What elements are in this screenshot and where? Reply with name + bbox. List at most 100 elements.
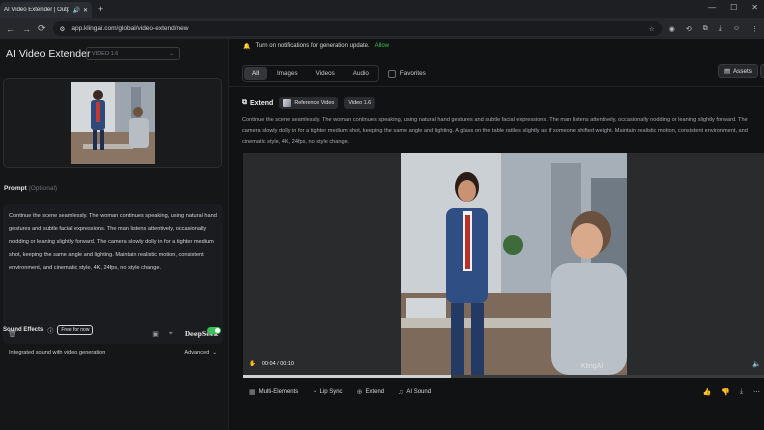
watermark: KlingAI [581,363,604,370]
extend-title: ⧉ Extend [242,99,273,107]
multi-elements-label: Multi-Elements [258,389,299,395]
ai-sound-button[interactable]: ♫ AI Sound [398,389,431,396]
thumbs-down-icon[interactable]: 👎 [721,388,730,396]
model-select[interactable]: VIDEO 1.6 ⌄ [86,47,180,60]
forward-icon[interactable]: → [22,24,31,34]
favorites-checkbox[interactable] [387,69,396,78]
extend-title-text: Extend [250,99,274,107]
address-bar: ← → ⟳ ⚙ app.klingai.com/global/video-ext… [0,18,764,39]
folder-icon: ▤ [724,67,730,75]
sound-effects-row: Sound Effects ⓘ Free for now [3,323,223,337]
advanced-button[interactable]: Advanced [184,350,209,356]
allow-notifications-link[interactable]: Allow [375,43,389,50]
chevron-down-icon: ⌄ [169,50,174,57]
ai-sound-icon: ♫ [398,388,404,396]
back-icon[interactable]: ← [6,24,15,34]
prompt-label-text: Prompt [4,185,27,192]
filter-images[interactable]: Images [269,67,306,80]
app-title: AI Video Extender [6,48,91,60]
reference-pill-label: Reference Video [294,100,335,106]
integrated-sound-row: Integrated sound with video generation A… [3,345,223,361]
prompt-label: Prompt (Optional) [4,185,57,192]
assets-label: Assets [732,67,752,75]
prompt-optional: (Optional) [28,185,58,192]
chevron-down-icon[interactable]: ⌄ [212,350,217,356]
favorites-filter[interactable]: Favorites [387,69,426,78]
sound-effects-label: Sound Effects [3,327,44,333]
multi-elements-icon: ▦ [249,389,256,396]
panel-toggle-button[interactable] [760,64,764,78]
browser-tabbar: AI Video Extender | Outpu 🔊 ✕ + — ☐ ✕ [0,0,764,18]
reference-thumbnail [71,82,155,164]
integrated-sound-label: Integrated sound with video generation [9,350,106,356]
lip-sync-label: Lip Sync [319,389,343,395]
extend-header: ⧉ Extend Reference Video Video 1.6 [242,97,376,109]
video-player[interactable]: ✋ 00:04 / 00:10 KlingAI 🔈 [243,153,764,375]
menu-icon[interactable]: ⋮ [751,25,758,33]
multi-elements-button[interactable]: ▦ Multi-Elements [249,388,298,396]
time-display: 00:04 / 00:10 [261,361,294,367]
favorites-label: Favorites [399,70,426,77]
sync-icon[interactable]: ⟲ [686,25,692,33]
download-icon[interactable]: ⤓ [740,388,743,396]
sound-effects-badge: Free for now [57,325,94,335]
play-icon[interactable]: ✋ [249,361,256,367]
thumbs-up-icon[interactable]: 👍 [702,388,711,396]
lip-sync-icon: ◔ [312,388,317,396]
video-scene [401,153,627,375]
playback-controls: ✋ 00:04 / 00:10 [249,361,294,367]
feedback-actions: 👍 👎 ⤓ ⋯ [702,388,764,396]
minimize-button[interactable]: — [708,3,716,12]
reference-video-card[interactable] [3,78,222,168]
right-panel: 🔔 Turn on notifications for generation u… [229,39,764,430]
video-progress-track[interactable] [243,375,764,378]
notification-bar: 🔔 Turn on notifications for generation u… [243,43,389,50]
extend-button[interactable]: ⊕ Extend [357,388,385,396]
more-icon[interactable]: ⋯ [753,388,760,396]
filter-audio[interactable]: Audio [345,67,377,80]
extension-icon[interactable]: ◉ [669,25,675,33]
thumbnail-scene [71,82,155,164]
site-info-icon[interactable]: ⚙ [60,25,66,33]
volume-icon[interactable]: 🔈 [752,360,761,368]
filter-videos[interactable]: Videos [308,67,343,80]
filter-all[interactable]: All [244,67,267,80]
lip-sync-button[interactable]: ◔ Lip Sync [312,389,342,396]
speaker-icon[interactable]: 🔊 [72,7,79,14]
reference-video-pill[interactable]: Reference Video [279,97,339,109]
ai-sound-label: AI Sound [406,389,432,395]
maximize-button[interactable]: ☐ [730,3,737,12]
info-icon[interactable]: ⓘ [47,326,53,335]
notification-text: Turn on notifications for generation upd… [255,43,370,49]
assets-button[interactable]: ▤ Assets [718,64,758,78]
extension-area: ◉ ⟲ ⧉ ⤓ ☺ ⋮ [669,25,758,33]
window-controls: — ☐ ✕ [708,3,758,12]
new-tab-button[interactable]: + [98,4,103,14]
prompt-text: Continue the scene seamlessly. The woman… [9,213,217,271]
extend-label: Extend [365,389,385,395]
profile-icon[interactable]: ☺ [733,25,740,33]
divider [229,86,764,87]
tab-title: AI Video Extender | Outpu [4,7,70,13]
star-icon[interactable]: ☆ [649,25,655,33]
browser-tab[interactable]: AI Video Extender | Outpu 🔊 ✕ [0,2,92,18]
video-actions: ▦ Multi-Elements ◔ Lip Sync ⊕ Extend ♫ A… [249,385,764,399]
extend-icon: ⊕ [356,389,363,396]
filter-bar: All Images Videos Audio Favorites [242,65,426,82]
video-frame [401,153,627,375]
download-icon[interactable]: ⤓ [719,25,722,33]
model-select-value: VIDEO 1.6 [92,50,119,57]
url-field[interactable]: ⚙ app.klingai.com/global/video-extend/ne… [52,21,662,36]
close-icon[interactable]: ✕ [83,7,88,14]
reload-icon[interactable]: ⟳ [38,23,46,34]
extension-icon[interactable]: ⧉ [703,25,708,33]
reference-mini-thumbnail [283,99,292,107]
video-progress-fill [243,375,452,378]
generation-description: Continue the scene seamlessly. The woman… [242,117,748,145]
sound-effects-toggle[interactable] [207,326,221,334]
left-panel: AI Video Extender VIDEO 1.6 ⌄ Prompt (Op… [0,39,229,430]
bell-icon: 🔔 [243,44,251,50]
filter-tabs: All Images Videos Audio [242,65,379,82]
close-window-button[interactable]: ✕ [751,3,758,12]
version-pill: Video 1.6 [344,97,376,109]
